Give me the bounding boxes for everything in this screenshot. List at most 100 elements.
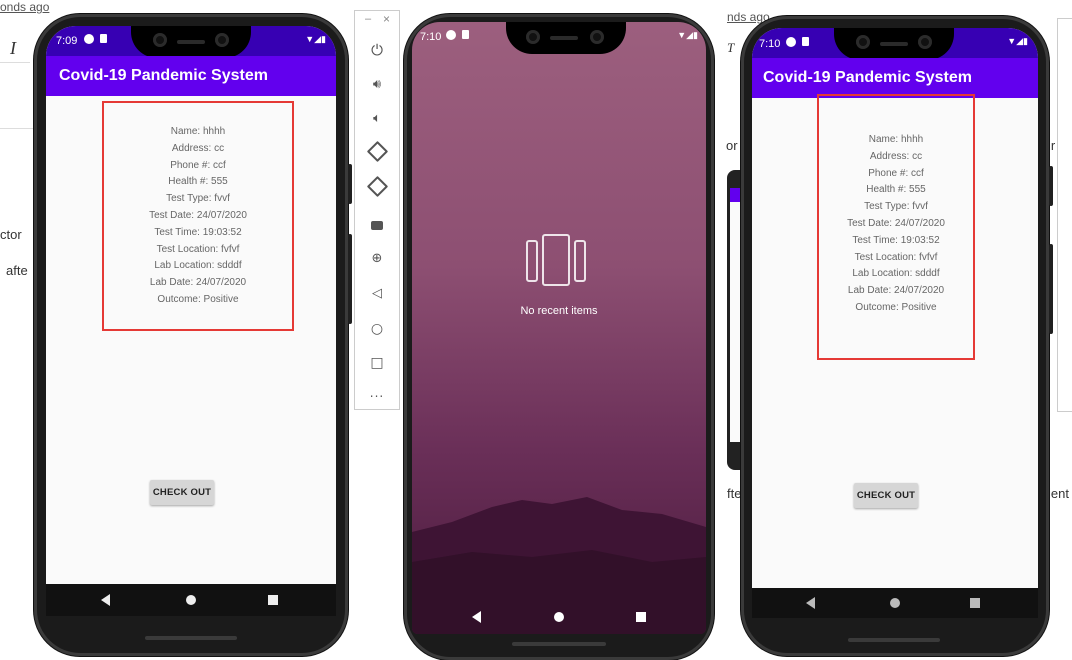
camera-icon[interactable] [355,214,399,234]
home-icon[interactable]: ○ [355,319,399,339]
nav-back-icon[interactable] [472,611,481,623]
record-lab-date: Lab Date: 24/07/2020 [149,277,247,289]
emulator-toolbar: – × ⏻ 🔊︎ 🔈︎ ⊕ ◁ ○ □ ... [354,10,400,410]
nav-home-icon[interactable] [554,612,564,622]
bg-text-fragment: ient [1048,486,1069,501]
volume-down-icon[interactable]: 🔈︎ [355,109,399,129]
notification-icon [446,30,456,40]
nav-overview-icon[interactable] [268,595,278,605]
navigation-bar [46,584,336,616]
record-address: Address: cc [171,142,225,154]
notification-icon [786,37,796,47]
record-name: Name: hhhh [170,126,226,137]
status-time: 7:10 [420,31,442,43]
record-health: Health #: 555 [866,184,926,196]
power-button[interactable] [1049,166,1053,206]
rotate-right-icon[interactable] [355,175,399,199]
no-recent-items-text: No recent items [520,305,598,317]
bg-text-fragment: ir [1048,138,1056,153]
bg-panel-edge [1057,18,1072,412]
wifi-signal-battery-icon: ▼◢▮ [305,34,326,44]
record-outcome: Outcome: Positive [157,293,239,305]
navigation-bar [412,600,706,634]
record-test-location: Test Location: fvfvf [854,251,938,263]
bg-mini-phone [727,170,741,470]
record-test-time: Test Time: 19:03:52 [154,226,242,238]
bg-text-fragment: fte [727,486,742,501]
volume-button[interactable] [348,234,352,324]
phone-screen: 7:10 ▼◢▮ No recent items [412,22,706,634]
bg-divider [0,128,34,129]
phone-speaker-grille [145,636,237,640]
record-lab-location: Lab Location: sdddf [852,268,940,280]
nav-overview-icon[interactable] [636,612,646,622]
record-address: Address: cc [869,150,923,162]
app-bar: Covid-19 Pandemic System [752,58,1038,98]
notification-icon [84,34,94,44]
mountain-wallpaper [412,497,706,634]
record-test-date: Test Date: 24/07/2020 [149,209,247,221]
rotate-left-icon[interactable] [355,140,399,164]
volume-button[interactable] [1049,244,1053,334]
bg-divider [0,62,30,63]
check-out-button[interactable]: CHECK OUT [854,483,918,508]
status-time: 7:10 [759,38,781,50]
bg-text-fragment: ctor [0,227,22,242]
bg-italic-icon: T [727,40,735,55]
sd-card-icon [100,34,107,43]
bg-text-fragment: or [726,138,738,153]
record-lab-date: Lab Date: 24/07/2020 [847,285,945,297]
record-test-date: Test Date: 24/07/2020 [847,217,945,229]
phone-frame: 7:10 ▼◢▮ No recent items [404,14,714,660]
record-test-type: Test Type: fvvf [864,201,928,213]
app-title: Covid-19 Pandemic System [763,69,972,86]
app-bar: Covid-19 Pandemic System [46,56,336,96]
record-highlight-box: Name: hhhh Address: cc Phone #: ccf Heal… [817,94,975,360]
nav-back-icon[interactable] [806,597,815,609]
camera-notch [131,26,251,58]
power-button[interactable] [348,164,352,204]
more-icon[interactable]: ... [355,383,399,403]
close-button[interactable]: × [383,12,390,26]
record-outcome: Outcome: Positive [855,301,937,313]
record-test-type: Test Type: fvvf [166,193,230,205]
record-details: Name: hhhh Address: cc Phone #: ccf Heal… [104,124,292,309]
wifi-signal-battery-icon: ▼◢▮ [1007,36,1028,46]
app-title: Covid-19 Pandemic System [59,67,268,84]
record-test-time: Test Time: 19:03:52 [852,234,940,246]
nav-back-icon[interactable] [101,594,110,606]
sd-card-icon [462,30,469,39]
phone-screen: 7:10 ▼◢▮ Covid-19 Pandemic System Name: … [752,28,1038,618]
record-test-location: Test Location: fvfvf [156,243,240,255]
minimize-button[interactable]: – [365,13,371,25]
nav-home-icon[interactable] [186,595,196,605]
bg-italic-icon: I [10,38,16,58]
nav-overview-icon[interactable] [970,598,980,608]
overview-icon[interactable]: □ [355,353,399,373]
record-details: Name: hhhh Address: cc Phone #: ccf Heal… [819,132,973,317]
navigation-bar [752,588,1038,618]
wifi-signal-battery-icon: ▼◢▮ [677,30,698,40]
record-lab-location: Lab Location: sdddf [154,260,242,272]
camera-notch [506,22,626,54]
phone-screen: 7:09 ▼◢▮ Covid-19 Pandemic System Name: … [46,26,336,616]
power-icon[interactable]: ⏻ [355,40,399,60]
record-phone: Phone #: ccf [868,167,924,179]
record-health: Health #: 555 [168,176,228,188]
nav-home-icon[interactable] [890,598,900,608]
phone-frame: 7:09 ▼◢▮ Covid-19 Pandemic System Name: … [34,14,352,656]
status-time: 7:09 [56,35,78,47]
record-highlight-box: Name: hhhh Address: cc Phone #: ccf Heal… [102,101,294,331]
record-name: Name: hhhh [868,134,924,145]
phone-frame: 7:10 ▼◢▮ Covid-19 Pandemic System Name: … [741,16,1053,656]
phone-speaker-grille [512,642,606,646]
recents-empty-icon [526,234,592,290]
record-phone: Phone #: ccf [170,159,226,171]
volume-up-icon[interactable]: 🔊︎ [355,75,399,95]
bg-text-fragment: afte [6,263,28,278]
camera-notch [834,28,954,60]
check-out-button[interactable]: CHECK OUT [150,480,214,505]
zoom-icon[interactable]: ⊕ [355,249,399,269]
back-icon[interactable]: ◁ [355,284,399,304]
bg-text-seconds-ago: onds ago [0,0,50,14]
